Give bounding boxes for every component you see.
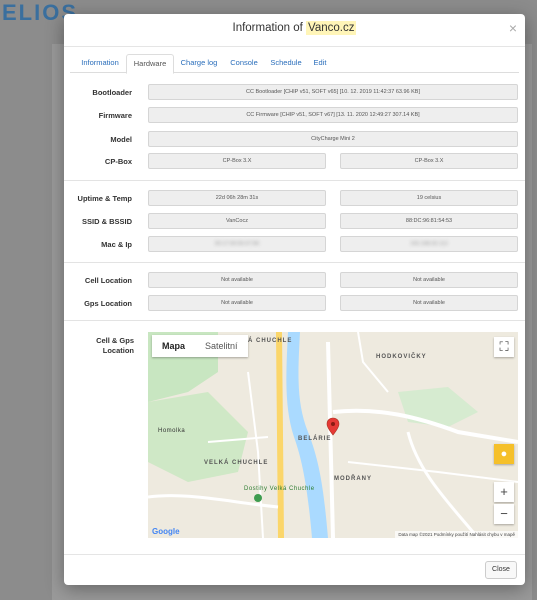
close-button[interactable]: Close	[485, 561, 517, 579]
map-type-satellite-button[interactable]: Satelitní	[195, 335, 248, 357]
zoom-out-button[interactable]: −	[494, 504, 514, 524]
cell-location-label: Cell Location	[84, 276, 132, 285]
person-icon[interactable]: ●	[494, 444, 514, 464]
cell-gps-location-label: Cell & Gps Location	[96, 336, 134, 355]
fullscreen-icon[interactable]: ⛶	[494, 337, 514, 357]
gps-location-label: Gps Location	[84, 299, 132, 308]
tab-edit[interactable]: Edit	[310, 54, 330, 72]
map-type-control: Mapa Satelitní	[152, 335, 248, 357]
map-label-velka-chuchle: VELKÁ CHUCHLE	[204, 460, 269, 466]
model-value: CityCharge Mini 2	[148, 131, 518, 147]
cpbox-label: CP-Box	[104, 157, 132, 166]
ip-value: 192.168.02.112	[340, 236, 518, 252]
firmware-value: CC Firmware [CHIP v51, SOFT v67] [13. 11…	[148, 107, 518, 123]
mac-label: Mac & Ip	[101, 240, 132, 249]
map-label-dostihy: Dostihy Velká Chuchle	[244, 486, 315, 492]
information-modal: Information of Vanco.cz × Information Ha…	[64, 14, 525, 585]
firmware-label: Firmware	[98, 111, 132, 120]
close-icon[interactable]: ×	[509, 20, 517, 36]
gps-location-value-1: Not available	[148, 295, 326, 311]
uptime-label: Uptime & Temp	[77, 194, 132, 203]
map-label-homolka: Homolka	[158, 428, 186, 434]
map-label-modrany: MODŘANY	[334, 476, 372, 482]
divider	[64, 180, 525, 181]
cpbox-value-2: CP-Box 3.X	[340, 153, 518, 169]
tab-schedule[interactable]: Schedule	[266, 54, 306, 72]
modal-title-name: Vanco.cz	[306, 21, 357, 35]
zoom-in-button[interactable]: +	[494, 482, 514, 502]
hardware-panel: Bootloader CC Bootloader [CHIP v51, SOFT…	[64, 74, 525, 544]
map-label-hodkovicky: HODKOVIČKY	[376, 354, 427, 360]
map-label-belarie: BELÁRIE	[298, 436, 332, 442]
bootloader-value: CC Bootloader [CHIP v51, SOFT v65] [10. …	[148, 84, 518, 100]
uptime-value: 22d 06h 28m 31s	[148, 190, 326, 206]
mac-value: 00:17:00:55:07:86	[148, 236, 326, 252]
cpbox-value-1: CP-Box 3.X	[148, 153, 326, 169]
tab-charge-log[interactable]: Charge log	[176, 54, 222, 72]
modal-footer: Close	[64, 554, 525, 585]
modal-header: Information of Vanco.cz ×	[64, 14, 525, 47]
tab-information[interactable]: Information	[76, 54, 124, 72]
google-logo: Google	[152, 527, 180, 536]
tab-bar: Information Hardware Charge log Console …	[70, 54, 519, 74]
temp-value: 19 celsius	[340, 190, 518, 206]
divider	[64, 262, 525, 263]
ssid-label: SSID & BSSID	[81, 217, 132, 226]
location-map[interactable]: HODKOVIČKY MALÁ CHUCHLE VELKÁ CHUCHLE BE…	[148, 332, 518, 538]
map-type-map-button[interactable]: Mapa	[152, 335, 195, 357]
ip-value-text: 192.168.02.112	[410, 241, 448, 247]
tab-hardware[interactable]: Hardware	[126, 54, 174, 74]
map-canvas[interactable]	[148, 332, 518, 538]
model-label: Model	[110, 135, 132, 144]
ssid-value: VanCocz	[148, 213, 326, 229]
cell-location-value-2: Not available	[340, 272, 518, 288]
tab-console[interactable]: Console	[226, 54, 262, 72]
gps-location-value-2: Not available	[340, 295, 518, 311]
bssid-value: 88:DC:96:81:54:53	[340, 213, 518, 229]
cell-location-value-1: Not available	[148, 272, 326, 288]
divider	[64, 320, 525, 321]
map-attribution[interactable]: Data map ©2021 Podmínky použití Nahlásit…	[395, 531, 518, 538]
modal-title: Information of Vanco.cz	[232, 21, 357, 35]
modal-title-prefix: Information of	[232, 22, 303, 34]
mac-value-text: 00:17:00:55:07:86	[214, 241, 260, 247]
bootloader-label: Bootloader	[92, 88, 132, 97]
